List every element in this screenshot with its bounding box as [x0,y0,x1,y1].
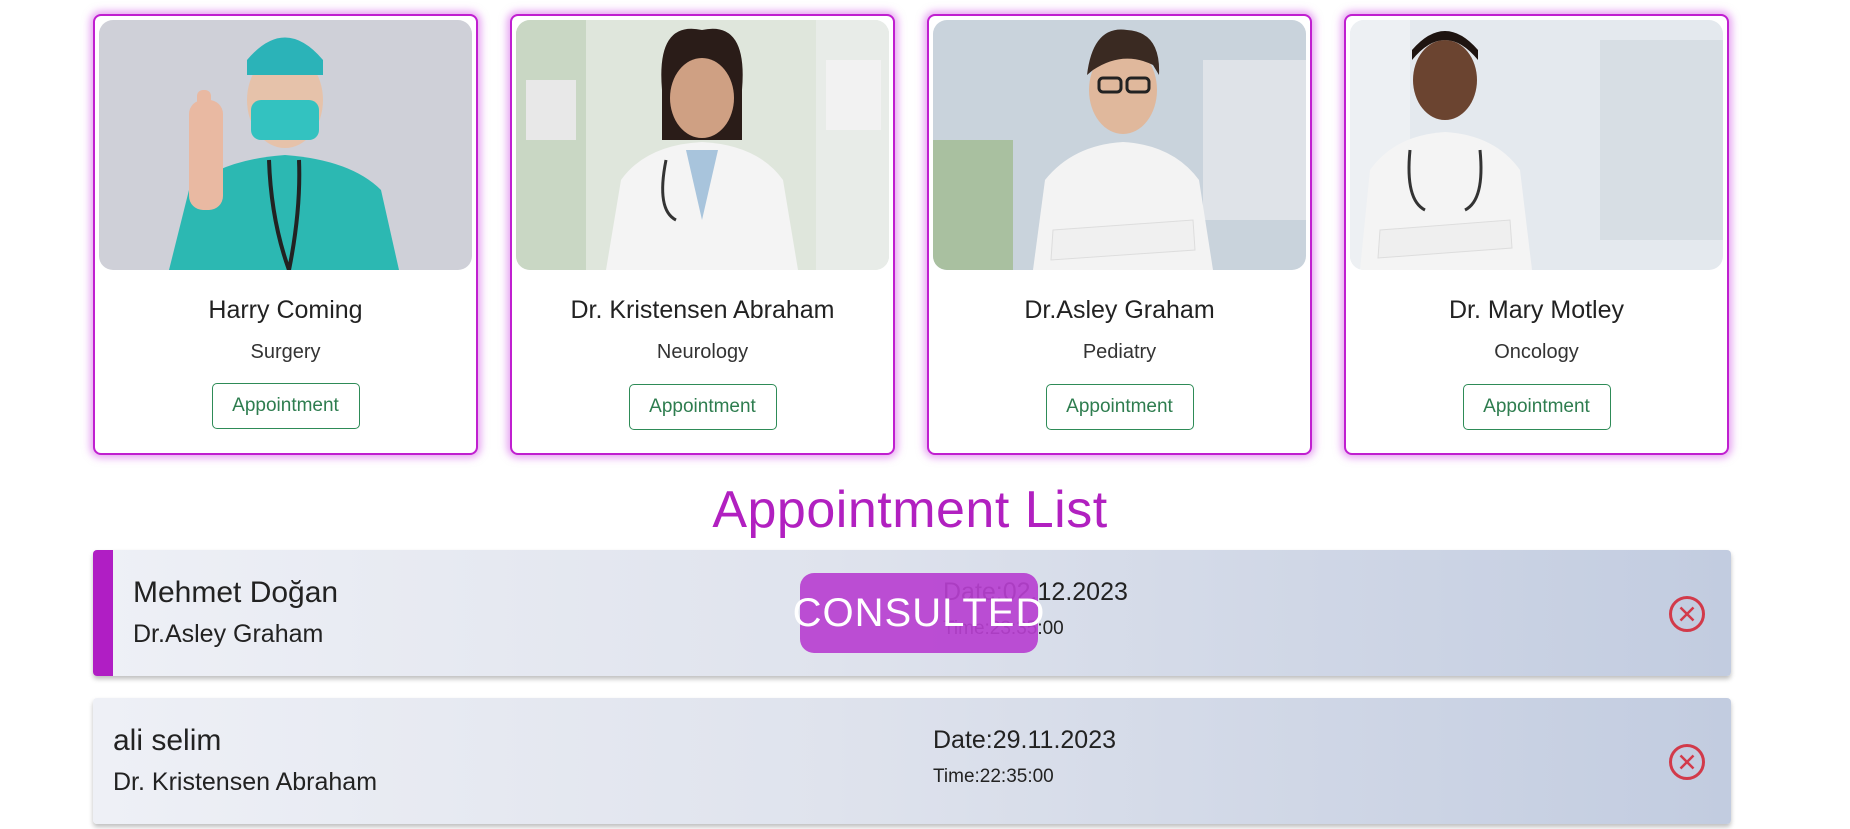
patient-name: Mehmet Doğan [133,576,339,609]
appointment-doctor: Dr. Kristensen Abraham [113,768,378,796]
consulted-badge: CONSULTED [793,573,1044,653]
doctor-card-kristensen-abraham: Dr. Kristensen Abraham Neurology Appoint… [510,14,895,455]
doctor-photo [933,20,1306,270]
doctor-name: Dr.Asley Graham [1024,296,1215,324]
doctor-card-mary-motley: Dr. Mary Motley Oncology Appointment [1344,14,1729,455]
doctor-card-harry-coming: Harry Coming Surgery Appointment [93,14,478,455]
doctor-photo [516,20,889,270]
patient-name: ali selim [113,724,222,757]
cancel-appointment-icon[interactable] [1668,595,1706,633]
doctor-cards: Harry Coming Surgery Appointment Dr. Kri… [93,14,1733,459]
doctor-name: Dr. Mary Motley [1448,296,1625,324]
doctor-name: Harry Coming [208,296,363,324]
doctor-photo [1350,20,1723,270]
appointment-button[interactable]: Appointment [1045,384,1194,430]
appointment-item: Mehmet Doğan Dr.Asley Graham Date:02.12.… [93,550,1731,676]
doctor-photo [99,20,472,270]
consulted-accent-bar [93,550,113,676]
appointment-list-title: Appointment List [712,481,1108,539]
doctor-specialty: Neurology [656,341,749,363]
doctor-specialty: Oncology [1494,341,1579,363]
appointment-date: Date:29.11.2023 [933,726,1117,754]
appointment-item: ali selim Dr. Kristensen Abraham Date:29… [93,698,1731,824]
appointment-button[interactable]: Appointment [1462,384,1611,430]
doctor-specialty: Surgery [250,341,321,363]
doctor-specialty: Pediatry [1082,341,1157,363]
appointment-button[interactable]: Appointment [628,384,777,430]
doctor-name: Dr. Kristensen Abraham [570,296,835,324]
appointment-time: Time:22:35:00 [933,766,1054,787]
appointment-button[interactable]: Appointment [211,383,360,429]
appointment-doctor: Dr.Asley Graham [133,620,324,648]
cancel-appointment-icon[interactable] [1668,743,1706,781]
doctor-card-asley-graham: Dr.Asley Graham Pediatry Appointment [927,14,1312,455]
